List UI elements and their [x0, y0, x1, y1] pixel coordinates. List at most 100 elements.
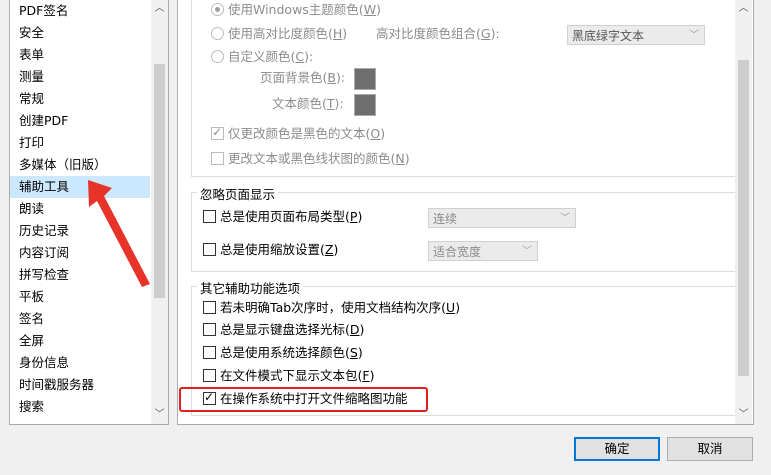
checkbox-unchecked-icon — [203, 323, 216, 336]
accelerator-key: C — [295, 49, 305, 64]
checkbox-unchecked-icon — [203, 243, 216, 256]
radio-label: 使用高对比度颜色( — [228, 26, 333, 41]
radio-label: 使用Windows主题颜色( — [228, 2, 364, 17]
sidebar-item[interactable]: 安全 — [10, 22, 150, 44]
radio-label: 自定义颜色( — [228, 49, 296, 64]
combo-value: 适合宽度 — [433, 245, 482, 259]
scroll-up-arrow-icon[interactable]: ︿ — [151, 0, 168, 17]
radio-empty-icon — [211, 27, 224, 40]
sidebar-item[interactable]: 签名 — [10, 308, 150, 330]
other-options-title: 其它辅助功能选项 — [197, 278, 304, 297]
accelerator-key: O — [370, 126, 381, 141]
scroll-up-arrow-icon[interactable]: ︿ — [735, 0, 752, 17]
sidebar-item[interactable]: 搜索 — [10, 396, 150, 418]
annotation-arrow-icon — [88, 180, 150, 287]
radio-empty-icon — [211, 50, 224, 63]
checkbox-unchecked-icon — [203, 210, 216, 223]
sidebar-item[interactable]: 创建PDF — [10, 110, 150, 132]
scrollbar-thumb[interactable] — [738, 60, 749, 376]
label-text: 文本颜色( — [272, 96, 327, 111]
settings-panel: 使用Windows主题颜色(W) 使用高对比度颜色(H) 高对比度颜色组合(G)… — [177, 0, 754, 425]
accelerator-key: T — [326, 96, 335, 111]
sidebar-item[interactable]: 全屏 — [10, 330, 150, 352]
accelerator-key: W — [363, 2, 377, 17]
use-windows-theme-radio[interactable]: 使用Windows主题颜色(W) — [211, 0, 381, 20]
system-selection-color-checkbox[interactable]: 总是使用系统选择颜色(S) — [203, 343, 363, 363]
label-suffix: ): — [304, 49, 314, 64]
label-text: 高对比度颜色组合( — [376, 26, 481, 41]
label-suffix: ) — [369, 368, 375, 383]
checkbox-label: 更改文本或黑色线状图的颜色( — [228, 151, 396, 166]
accelerator-key: G — [480, 26, 491, 41]
checkbox-unchecked-icon — [211, 152, 224, 165]
accelerator-key: N — [395, 151, 405, 166]
accelerator-key: F — [362, 368, 370, 383]
sidebar-item[interactable]: PDF签名 — [10, 0, 150, 22]
accelerator-key: U — [446, 300, 456, 315]
page-layout-combo[interactable]: 连续 ﹀ — [428, 208, 576, 228]
checkbox-label: 总是使用页面布局类型( — [220, 209, 350, 224]
accelerator-key: D — [349, 322, 360, 337]
combo-value: 连续 — [433, 212, 458, 226]
combo-value: 黑底绿字文本 — [572, 29, 645, 43]
label-suffix: ) — [404, 151, 410, 166]
label-suffix: ): — [334, 96, 344, 111]
label-suffix: ) — [359, 322, 365, 337]
zoom-combo[interactable]: 适合宽度 ﹀ — [428, 241, 538, 261]
settings-panel-scrollbar[interactable]: ︿ ﹀ — [735, 0, 752, 424]
sidebar-item[interactable]: 常规 — [10, 88, 150, 110]
category-list-scrollbar[interactable]: ︿ ﹀ — [151, 0, 168, 424]
accelerator-key: H — [332, 26, 343, 41]
text-package-checkbox[interactable]: 在文件模式下显示文本包(F) — [203, 366, 374, 386]
label-suffix: ) — [342, 26, 348, 41]
sidebar-item[interactable]: 表单 — [10, 44, 150, 66]
highlight-box — [179, 387, 428, 412]
scrollbar-thumb[interactable] — [154, 64, 165, 298]
page-background-label: 页面背景色(B): — [260, 68, 345, 88]
sidebar-item[interactable]: 平板 — [10, 286, 150, 308]
scroll-down-arrow-icon[interactable]: ﹀ — [151, 406, 168, 423]
label-suffix: ) — [455, 300, 461, 315]
accelerator-key: B — [327, 70, 336, 85]
override-display-title: 忽略页面显示 — [197, 184, 279, 203]
keyboard-cursor-checkbox[interactable]: 总是显示键盘选择光标(D) — [203, 320, 364, 340]
checkbox-label: 总是使用系统选择颜色( — [220, 345, 350, 360]
page-background-color-swatch[interactable] — [354, 68, 376, 90]
label-suffix: ) — [357, 209, 363, 224]
text-color-swatch[interactable] — [354, 94, 376, 116]
zoom-checkbox[interactable]: 总是使用缩放设置(Z) — [203, 240, 338, 260]
sidebar-item[interactable]: 打印 — [10, 132, 150, 154]
label-suffix: ) — [357, 345, 363, 360]
sidebar-item[interactable]: 多媒体（旧版） — [10, 154, 150, 176]
high-contrast-radio[interactable]: 使用高对比度颜色(H) — [211, 24, 347, 44]
custom-color-radio[interactable]: 自定义颜色(C): — [211, 47, 313, 67]
high-contrast-combo-label: 高对比度颜色组合(G): — [376, 24, 500, 44]
label-suffix: ) — [376, 2, 381, 17]
chevron-down-icon: ﹀ — [522, 246, 532, 257]
cancel-button[interactable]: 取消 — [667, 437, 753, 461]
checkbox-label: 总是使用缩放设置( — [220, 242, 325, 257]
label-suffix: ): — [490, 26, 500, 41]
checkbox-unchecked-icon — [203, 346, 216, 359]
checkbox-checked-icon: ✓ — [211, 125, 224, 140]
scroll-down-arrow-icon[interactable]: ﹀ — [735, 406, 752, 423]
checkbox-unchecked-icon — [203, 301, 216, 314]
sidebar-item[interactable]: 身份信息 — [10, 352, 150, 374]
change-lineart-checkbox[interactable]: 更改文本或黑色线状图的颜色(N) — [211, 149, 410, 169]
only-black-text-checkbox[interactable]: ✓ 仅更改颜色是黑色的文本(O) — [211, 124, 385, 144]
chevron-down-icon: ﹀ — [560, 213, 570, 224]
sidebar-item[interactable]: 时间戳服务器 — [10, 374, 150, 396]
accelerator-key: S — [349, 345, 358, 360]
high-contrast-combo[interactable]: 黑底绿字文本 ﹀ — [567, 25, 705, 45]
checkbox-label: 仅更改颜色是黑色的文本( — [228, 126, 371, 141]
checkbox-label: 若未明确Tab次序时，使用文档结构次序( — [220, 300, 447, 315]
tab-order-checkbox[interactable]: 若未明确Tab次序时，使用文档结构次序(U) — [203, 298, 460, 318]
ok-button[interactable]: 确定 — [574, 437, 660, 461]
chevron-down-icon: ﹀ — [689, 30, 699, 41]
checkbox-label: 总是显示键盘选择光标( — [220, 322, 350, 337]
text-color-label: 文本颜色(T): — [272, 94, 344, 114]
sidebar-item[interactable]: 测量 — [10, 66, 150, 88]
label-suffix: ) — [333, 242, 339, 257]
page-layout-checkbox[interactable]: 总是使用页面布局类型(P) — [203, 207, 362, 227]
label-text: 页面背景色( — [260, 70, 328, 85]
